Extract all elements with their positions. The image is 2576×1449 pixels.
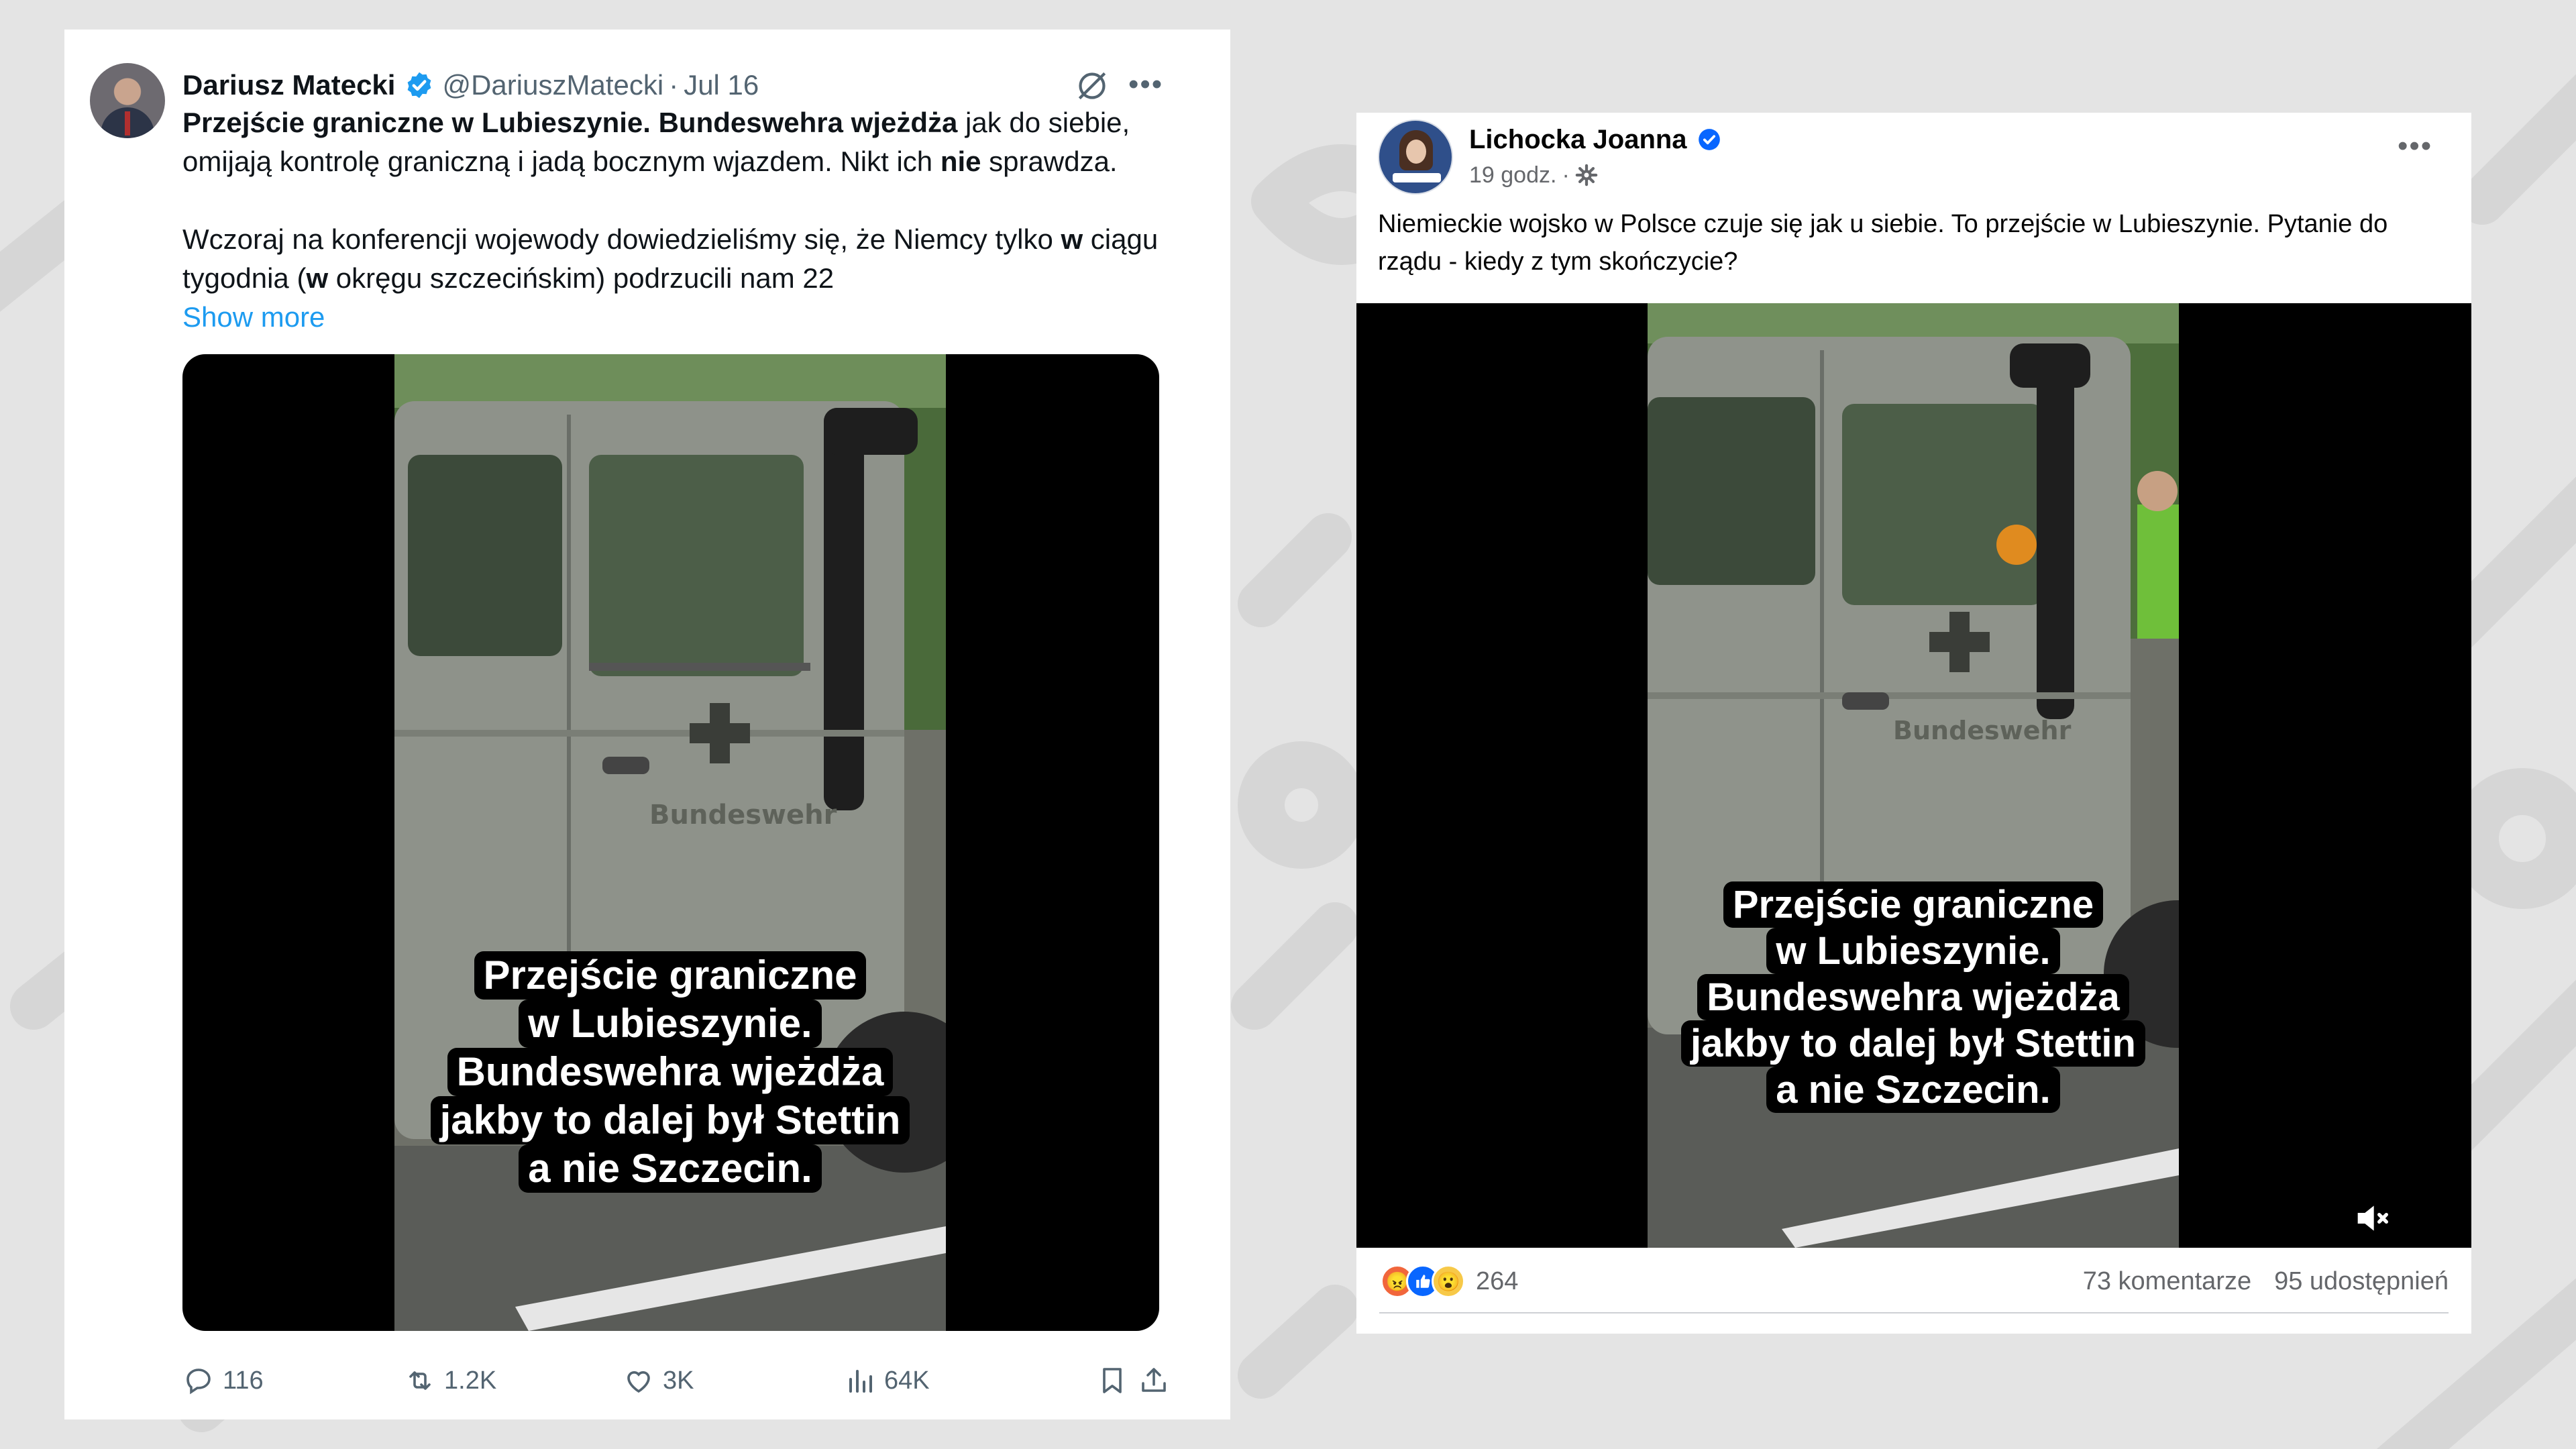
tweet-text-2: sprawdza.: [981, 146, 1118, 177]
post-meta: 19 godz. ·: [1469, 158, 1598, 192]
post-video[interactable]: Bundeswehr Przejście graniczne w Lubiesz…: [1356, 303, 2471, 1248]
tweet-card: Dariusz Matecki @DariuszMatecki · Jul 16…: [64, 30, 1230, 1419]
reaction-count: 264: [1476, 1267, 1519, 1295]
audience-gear-icon[interactable]: [1575, 164, 1598, 186]
like-count: 3K: [663, 1366, 694, 1395]
reply-button[interactable]: 116: [182, 1360, 264, 1401]
tweet-text-bold-2: nie: [940, 146, 981, 177]
caption-line-2: w Lubieszynie.: [1766, 928, 2060, 974]
caption-line-1: Przejście graniczne: [474, 951, 867, 1000]
caption-line-4: jakby to dalej był Stettin: [1681, 1020, 2145, 1067]
grok-icon[interactable]: [1073, 67, 1111, 105]
bookmark-button[interactable]: [1096, 1360, 1136, 1401]
tweet-video[interactable]: Bundeswehr Przejście graniczne w Lubiesz…: [182, 354, 1159, 1331]
tweet-date[interactable]: Jul 16: [684, 69, 759, 101]
tweet-actions: 116 1.2K 3K 64K: [182, 1360, 1169, 1401]
caption-line-4: jakby to dalej był Stettin: [430, 1096, 910, 1144]
repost-count: 1.2K: [444, 1366, 497, 1395]
author-name-row: Lichocka Joanna: [1469, 121, 1730, 158]
post-text: Niemieckie wojsko w Polsce czuje się jak…: [1378, 210, 2388, 276]
show-more-link[interactable]: Show more: [182, 298, 1175, 337]
shares-count-link[interactable]: 95 udostępnień: [2274, 1267, 2449, 1296]
share-icon: [1142, 1368, 1166, 1392]
facebook-post-card: Lichocka Joanna 19 godz. · ••• Niemiecki…: [1356, 113, 2471, 1334]
wow-reaction-icon: 😮: [1432, 1265, 1465, 1298]
post-stats: 😠 😮 264 73 komentarze 95 udostępnień: [1356, 1248, 2471, 1315]
author-handle[interactable]: @DariuszMatecki: [442, 69, 663, 101]
author-name[interactable]: Dariusz Matecki: [182, 69, 395, 101]
tweet-text-bold-3: w: [1061, 223, 1083, 255]
views-button[interactable]: 64K: [844, 1360, 930, 1401]
caption-line-1: Przejście graniczne: [1723, 881, 2104, 928]
author-avatar[interactable]: [90, 63, 165, 138]
vehicle-text: Bundeswehr: [1893, 716, 2072, 745]
author-name[interactable]: Lichocka Joanna: [1469, 125, 1687, 155]
author-avatar[interactable]: [1378, 119, 1453, 195]
repost-icon: [409, 1371, 431, 1390]
video-frame: Bundeswehr Przejście graniczne w Lubiesz…: [394, 354, 946, 1331]
tweet-text-bold-1: Przejście graniczne w Lubieszynie. Bunde…: [182, 107, 958, 138]
bookmark-icon: [1103, 1368, 1122, 1393]
verified-badge-icon: [1698, 129, 1720, 150]
tweet-header: Dariusz Matecki @DariuszMatecki · Jul 16: [182, 63, 759, 107]
like-button[interactable]: 3K: [623, 1360, 694, 1401]
header-separator: ·: [669, 69, 679, 101]
reply-icon: [186, 1368, 211, 1395]
caption-line-3: Bundeswehra wjeżdża: [1697, 974, 2129, 1020]
mute-speaker-icon[interactable]: [2351, 1197, 2394, 1240]
views-count: 64K: [884, 1366, 930, 1395]
post-time[interactable]: 19 godz.: [1469, 162, 1556, 189]
verified-badge-icon: [408, 72, 431, 99]
caption-line-5: a nie Szczecin.: [1766, 1067, 2060, 1113]
caption-line-2: w Lubieszynie.: [519, 1000, 822, 1048]
video-caption: Przejście graniczne w Lubieszynie. Bunde…: [394, 951, 946, 1193]
more-horizontal-icon[interactable]: •••: [1128, 70, 1163, 99]
engagement-counts: 73 komentarze 95 udostępnień: [2083, 1261, 2449, 1301]
reply-count: 116: [223, 1366, 264, 1395]
video-frame: Bundeswehr Przejście graniczne w Lubiesz…: [1648, 303, 2179, 1248]
meta-separator: ·: [1562, 162, 1570, 188]
views-chart-icon: [849, 1370, 872, 1393]
caption-line-3: Bundeswehra wjeżdża: [447, 1048, 894, 1096]
tweet-text-5: okręgu szczecińskim) podrzucili nam 22: [328, 262, 835, 294]
tweet-text: Przejście graniczne w Lubieszynie. Bunde…: [182, 103, 1175, 337]
heart-icon: [627, 1371, 650, 1393]
video-caption: Przejście graniczne w Lubieszynie. Bunde…: [1648, 881, 2179, 1113]
caption-line-5: a nie Szczecin.: [519, 1144, 822, 1193]
divider: [1379, 1312, 2449, 1313]
tweet-text-3: Wczoraj na konferencji wojewody dowiedzi…: [182, 223, 1061, 255]
repost-button[interactable]: 1.2K: [404, 1360, 496, 1401]
tweet-text-bold-4: w: [306, 262, 329, 294]
reactions-summary[interactable]: 😠 😮 264: [1381, 1261, 1518, 1301]
vehicle-text: Bundeswehr: [649, 800, 837, 830]
comments-count-link[interactable]: 73 komentarze: [2083, 1267, 2251, 1296]
more-horizontal-icon[interactable]: •••: [2398, 131, 2432, 161]
share-button[interactable]: [1138, 1360, 1178, 1401]
